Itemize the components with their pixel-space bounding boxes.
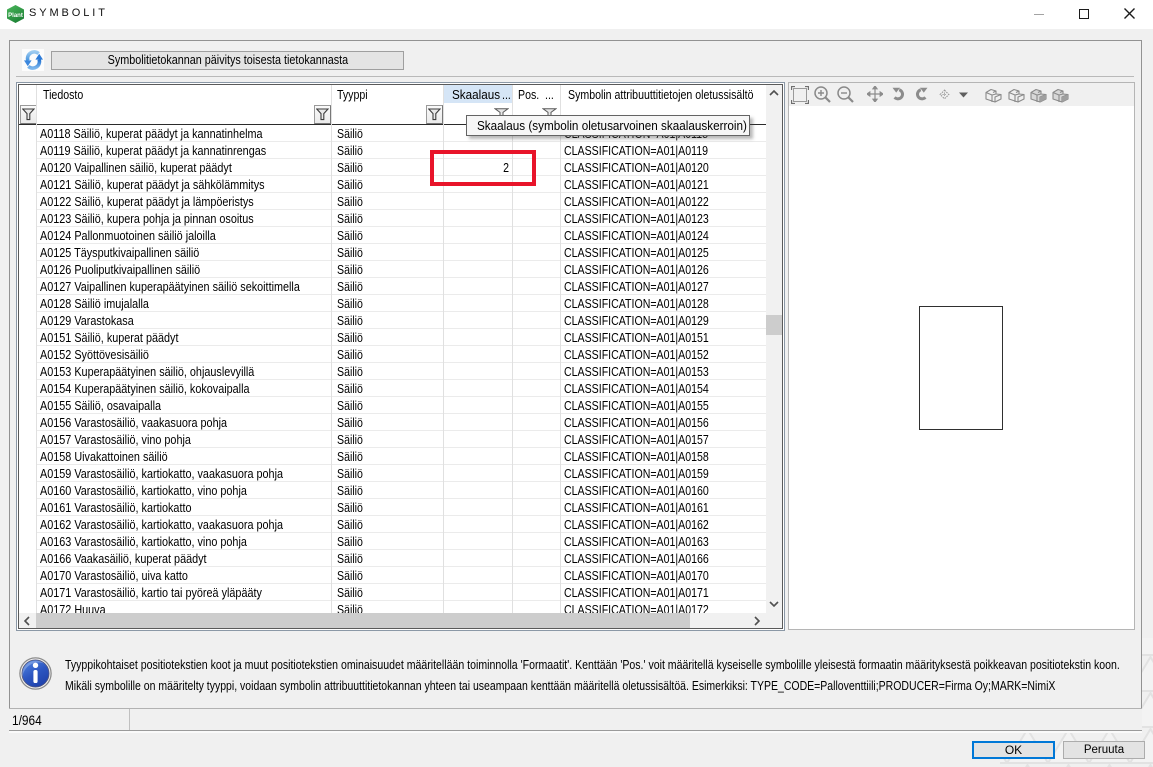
svg-text:Plant: Plant	[8, 13, 23, 19]
